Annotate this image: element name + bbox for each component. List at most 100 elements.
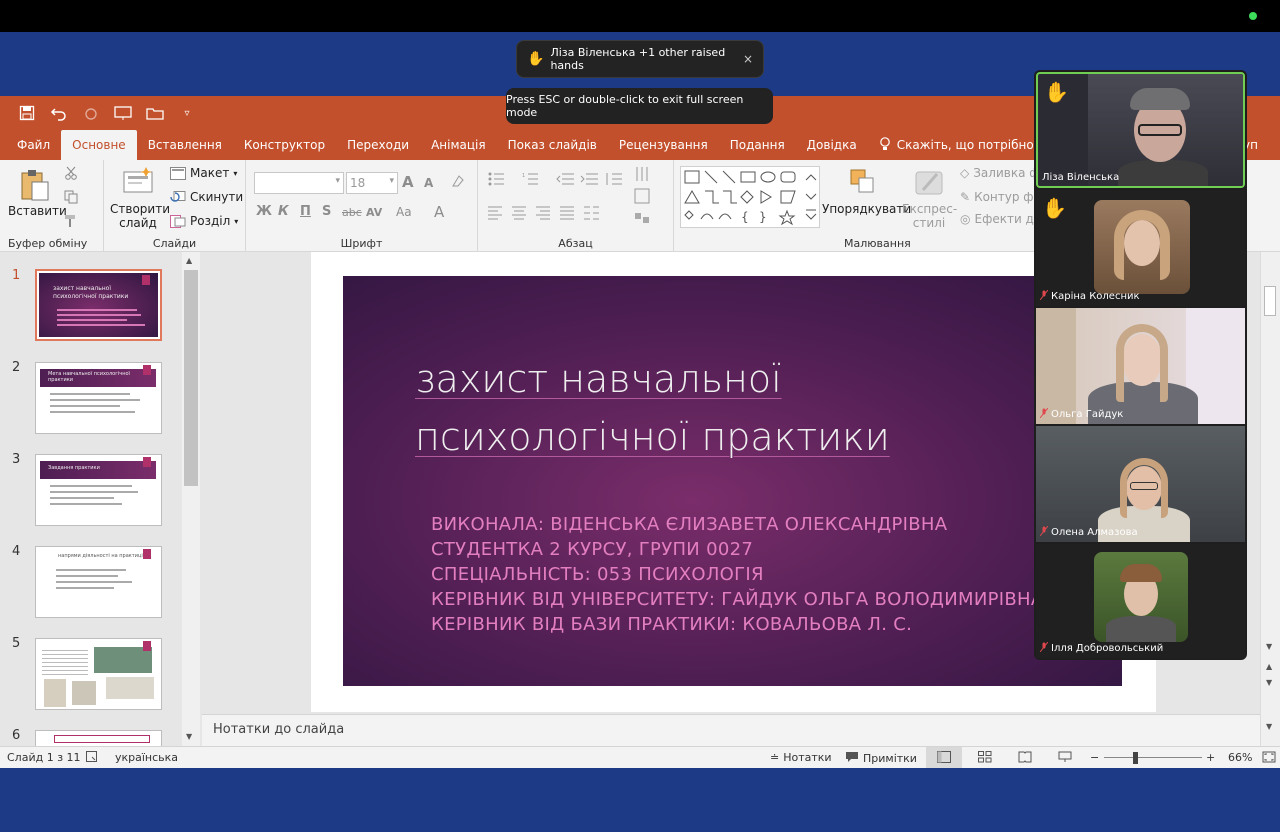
comments-button[interactable]: Примітки — [845, 751, 917, 766]
shape-outline-button[interactable]: ✎ Контур фі — [960, 190, 1037, 204]
slide-scrollbar[interactable]: ▼ ▲ ▼ ▼ — [1260, 252, 1280, 746]
smartart-icon[interactable] — [634, 212, 660, 231]
arrange-button[interactable]: Упорядкувати — [822, 166, 911, 216]
section-button[interactable]: Розділ ▾ — [170, 214, 238, 228]
tab-design[interactable]: Конструктор — [233, 130, 336, 160]
tab-home[interactable]: Основне — [61, 130, 137, 160]
normal-view-button[interactable] — [926, 747, 962, 768]
redo-icon[interactable] — [82, 104, 100, 122]
tab-insert[interactable]: Вставлення — [137, 130, 233, 160]
reading-view-icon[interactable] — [1018, 751, 1032, 766]
align-left-icon[interactable] — [488, 206, 504, 223]
cut-icon[interactable] — [64, 166, 78, 180]
participant-tile[interactable]: ✋ Ліза Віленська — [1036, 72, 1245, 188]
slide-thumbnail-4[interactable]: напрями діяльності на практиці — [35, 546, 162, 618]
slideshow-view-icon[interactable] — [1058, 751, 1072, 766]
zoom-level[interactable]: 66% — [1228, 751, 1252, 764]
quick-styles-button[interactable]: Експрес- стилі — [902, 166, 957, 230]
undo-icon[interactable] — [50, 104, 68, 122]
participant-name: Каріна Колесник — [1039, 289, 1140, 303]
scroll-down-icon[interactable]: ▼ — [1266, 642, 1272, 651]
font-size-select[interactable]: 18 ▾ — [346, 172, 398, 194]
zoom-in-button[interactable]: + — [1206, 751, 1215, 764]
clear-format-icon[interactable] — [450, 173, 466, 193]
shapes-gallery-scroll[interactable] — [802, 166, 820, 228]
numbering-icon[interactable]: 1 — [522, 172, 550, 189]
align-text-icon[interactable] — [634, 188, 660, 207]
prev-slide-icon[interactable]: ▲ — [1266, 662, 1272, 671]
tab-slideshow[interactable]: Показ слайдів — [497, 130, 608, 160]
decrease-indent-icon[interactable] — [556, 172, 574, 189]
scroll-down-icon[interactable]: ▼ — [1266, 722, 1272, 731]
notes-pane[interactable]: Нотатки до слайда — [202, 714, 1260, 746]
zoom-slider-track[interactable] — [1104, 757, 1202, 758]
slide-thumbnail-1[interactable]: захист навчальної психологічної практики — [35, 269, 162, 341]
text-direction-icon[interactable] — [634, 166, 660, 185]
current-slide[interactable]: захист навчальної психологічної практики… — [343, 276, 1122, 686]
shape-fill-button[interactable]: ◇ Заливка фі — [960, 166, 1043, 180]
copy-icon[interactable] — [64, 190, 78, 204]
group-label-paragraph: Абзац — [558, 237, 593, 250]
slideshow-start-icon[interactable] — [114, 104, 132, 122]
accessibility-icon[interactable] — [86, 751, 100, 766]
slide-body-text[interactable]: ВИКОНАЛА: ВІДЕНСЬКА ЄЛИЗАВЕТА ОЛЕКСАНДРІ… — [431, 512, 1122, 637]
thumbnail-scroll-thumb[interactable] — [184, 270, 198, 486]
scroll-down-icon[interactable]: ▼ — [186, 732, 192, 741]
language-indicator[interactable]: українська — [115, 751, 178, 764]
zoom-slider-thumb[interactable] — [1133, 752, 1138, 764]
customize-qat-icon[interactable]: ▿ — [178, 104, 196, 122]
fit-slide-icon[interactable] — [1262, 751, 1276, 766]
italic-button[interactable]: К — [278, 204, 289, 219]
participant-tile[interactable]: Ілля Добровольський — [1036, 544, 1245, 658]
align-center-icon[interactable] — [512, 206, 528, 223]
participant-tile[interactable]: Олена Алмазова — [1036, 426, 1245, 542]
tab-file[interactable]: Файл — [6, 130, 61, 160]
tab-review[interactable]: Рецензування — [608, 130, 719, 160]
close-icon[interactable]: × — [743, 52, 753, 66]
font-family-select[interactable]: ▾ — [254, 172, 344, 194]
slide-thumbnail-5[interactable] — [35, 638, 162, 710]
zoom-out-button[interactable]: − — [1090, 751, 1099, 764]
slide-thumbnail-3[interactable]: Завдання практики — [35, 454, 162, 526]
bullets-icon[interactable] — [488, 172, 518, 189]
layout-button[interactable]: Макет ▾ — [170, 166, 237, 180]
format-painter-icon[interactable] — [64, 214, 78, 228]
slide-sorter-icon[interactable] — [978, 751, 992, 766]
justify-icon[interactable] — [560, 206, 576, 223]
participant-tile[interactable]: ✋ Каріна Колесник — [1036, 190, 1245, 306]
font-color-button[interactable]: A — [434, 203, 444, 221]
align-right-icon[interactable] — [536, 206, 552, 223]
slide-title[interactable]: захист навчальної психологічної практики — [415, 350, 1035, 466]
increase-indent-icon[interactable] — [580, 172, 598, 189]
scroll-up-icon[interactable]: ▲ — [186, 256, 192, 265]
next-slide-icon[interactable]: ▼ — [1266, 678, 1272, 687]
tab-help[interactable]: Довідка — [796, 130, 868, 160]
grow-font-button[interactable]: A — [402, 173, 414, 191]
columns-icon[interactable] — [584, 206, 600, 223]
char-spacing-button[interactable]: AV — [366, 206, 382, 219]
slide-scroll-thumb[interactable] — [1264, 286, 1276, 316]
raised-hands-notification[interactable]: ✋ Ліза Віленська +1 other raised hands × — [516, 40, 764, 78]
underline-button[interactable]: П — [300, 204, 311, 219]
change-case-button[interactable]: Aa — [396, 205, 412, 219]
tab-animations[interactable]: Анімація — [420, 130, 497, 160]
shapes-gallery[interactable]: { } — [680, 166, 820, 228]
open-folder-icon[interactable] — [146, 104, 164, 122]
slide-thumbnail-2[interactable]: Мета навчальної психологічної практики — [35, 362, 162, 434]
save-icon[interactable] — [18, 104, 36, 122]
new-slide-button[interactable]: Створити слайд — [110, 166, 170, 230]
mic-muted-icon — [1039, 407, 1049, 421]
shadow-button[interactable]: S — [322, 204, 331, 219]
participant-tile[interactable]: Ольга Гайдук — [1036, 308, 1245, 424]
paste-button[interactable]: Вставити — [8, 168, 67, 218]
notes-toggle-button[interactable]: ≐ Нотатки — [770, 751, 832, 764]
tab-view[interactable]: Подання — [719, 130, 796, 160]
slide-thumbnail-6[interactable] — [35, 730, 162, 746]
reset-button[interactable]: Скинути — [170, 190, 243, 204]
tab-transitions[interactable]: Переходи — [336, 130, 420, 160]
slide-number: 6 — [12, 728, 21, 743]
strikethrough-button[interactable]: abc — [342, 206, 362, 219]
line-spacing-icon[interactable] — [604, 172, 622, 189]
bold-button[interactable]: Ж — [256, 204, 272, 219]
shrink-font-button[interactable]: A — [424, 176, 433, 190]
